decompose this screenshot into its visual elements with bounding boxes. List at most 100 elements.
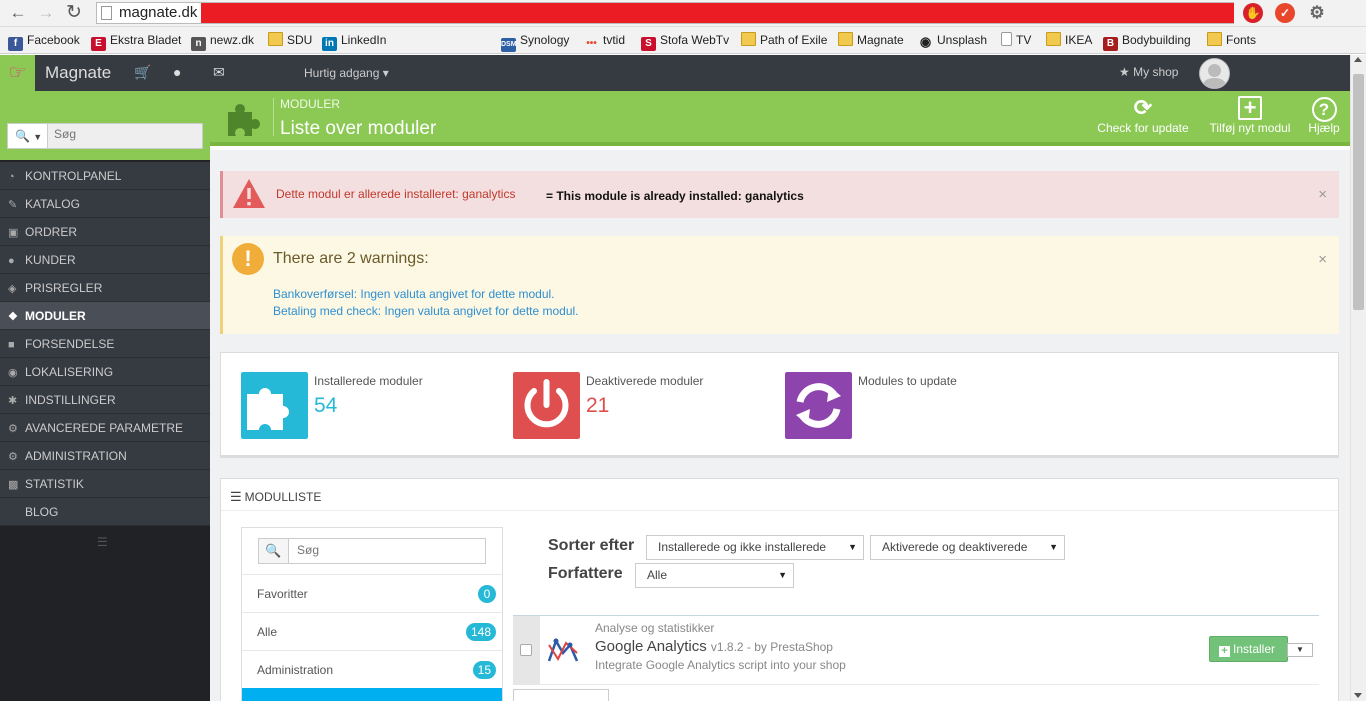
sidebar-item-kunder[interactable]: ● KUNDER	[0, 246, 210, 274]
app-header: ☞ Magnate 🛒 ● ✉ Hurtig adgang ▾ ★ My sho…	[0, 55, 1350, 91]
sidebar-search: 🔍 ▼	[7, 123, 203, 149]
sidebar-search-input[interactable]	[54, 127, 194, 141]
adblock-extension-icon[interactable]: ✋	[1243, 3, 1263, 23]
warning-link-check-payment[interactable]: Betaling med check: Ingen valuta angivet…	[273, 304, 579, 318]
back-arrow-icon[interactable]: ←	[8, 3, 28, 23]
module-name: Google Analytics v1.8.2 - by PrestaShop	[595, 638, 833, 655]
scroll-up-arrow-icon[interactable]	[1354, 57, 1362, 62]
quick-access-dropdown[interactable]: Hurtig adgang ▾	[304, 66, 389, 80]
category-item-selected[interactable]	[242, 688, 502, 701]
bookmark-stofa[interactable]: S Stofa WebTv	[641, 32, 729, 51]
scroll-thumb[interactable]	[1353, 74, 1364, 310]
bookmark-tvtid[interactable]: ••• tvtid	[584, 32, 625, 50]
bookmark-synology[interactable]: DSM Synology	[501, 32, 569, 52]
sidebar-item-kontrolpanel[interactable]: ◔ KONTROLPANEL	[0, 162, 210, 190]
add-module-button[interactable]: + Tilføj nyt modul	[1205, 95, 1295, 139]
sidebar-item-indstillinger[interactable]: ✱ INDSTILLINGER	[0, 386, 210, 414]
user-icon[interactable]: ●	[173, 64, 181, 80]
avatar[interactable]	[1199, 58, 1230, 89]
module-list-panel: ☰MODULLISTE 🔍 Favoritter 0 Alle 148 Admi…	[220, 478, 1339, 701]
sidebar-item-katalog[interactable]: ✎ KATALOG	[0, 190, 210, 218]
search-icon[interactable]: 🔍	[259, 539, 289, 563]
bookmark-fonts[interactable]: Fonts	[1207, 32, 1256, 50]
breadcrumb[interactable]: MODULER	[280, 97, 340, 111]
bookmark-linkedin[interactable]: in LinkedIn	[322, 32, 386, 51]
disabled-modules-count: 21	[586, 394, 610, 417]
page-title: Liste over moduler	[280, 118, 437, 139]
sidebar-item-lokalisering[interactable]: ◉ LOKALISERING	[0, 358, 210, 386]
author-select[interactable]: Alle ▼	[635, 563, 794, 588]
bookmark-ekstra-bladet[interactable]: E Ekstra Bladet	[91, 32, 181, 51]
sidebar-item-ordrer[interactable]: ▣ ORDRER	[0, 218, 210, 246]
install-options-dropdown[interactable]: ▼	[1287, 643, 1313, 657]
count-badge: 0	[478, 585, 496, 603]
bookmark-magnate[interactable]: Magnate	[838, 32, 904, 50]
search-type-button[interactable]: 🔍 ▼	[8, 124, 48, 148]
category-item-favoritter[interactable]: Favoritter 0	[242, 574, 502, 612]
check-update-button[interactable]: ⟳ Check for update	[1095, 95, 1191, 139]
sort-select[interactable]: Installerede og ikke installerede ▼	[646, 535, 864, 560]
count-badge: 148	[465, 623, 496, 641]
bookmark-sdu[interactable]: SDU	[268, 32, 312, 50]
facebook-icon: f	[8, 37, 23, 51]
module-description: Integrate Google Analytics script into y…	[595, 658, 846, 672]
sidebar: 🔍 ▼ ◔KONTROLPANEL ✎KATALOG ▣ORDRER ●KUND…	[0, 91, 210, 701]
sidebar-item-administration[interactable]: ⚙ ADMINISTRATION	[0, 442, 210, 470]
divider	[221, 510, 1338, 511]
category-item-alle[interactable]: Alle 148	[242, 612, 502, 650]
users-icon: ●	[8, 255, 15, 267]
puzzle-icon	[228, 104, 260, 136]
install-button[interactable]: + Installer	[1209, 636, 1288, 662]
folder-icon	[1207, 32, 1222, 46]
browser-toolbar: ← → ↻ magnate.dk ✋ ✓ ⚙	[0, 0, 1366, 27]
page-scrollbar[interactable]	[1350, 55, 1366, 701]
bookmark-ikea[interactable]: IKEA	[1046, 32, 1092, 50]
sidebar-item-prisregler[interactable]: ◈ PRISREGLER	[0, 274, 210, 302]
sidebar-item-avancerede-parametre[interactable]: ⚙ AVANCEREDE PARAMETRE	[0, 414, 210, 442]
close-icon[interactable]: ×	[1318, 251, 1327, 268]
star-icon: ★	[1119, 65, 1130, 79]
caret-down-icon: ▼	[1049, 542, 1058, 552]
synology-icon: DSM	[501, 38, 517, 52]
status-select[interactable]: Aktiverede og deaktiverede ▼	[870, 535, 1065, 560]
my-shop-link[interactable]: ★ My shop	[1119, 65, 1178, 79]
reload-icon[interactable]: ↻	[64, 3, 84, 23]
sidebar-item-statistik[interactable]: ▩ STATISTIK	[0, 470, 210, 498]
warning-alert: ! There are 2 warnings: Bankoverførsel: …	[220, 236, 1339, 334]
bookmark-path-of-exile[interactable]: Path of Exile	[741, 32, 827, 50]
sidebar-item-moduler[interactable]: ❖ MODULER	[0, 302, 210, 330]
google-analytics-logo	[547, 638, 579, 662]
folder-icon	[741, 32, 756, 46]
module-list-heading: ☰ MODULLISTE	[230, 489, 322, 504]
refresh-icon	[785, 372, 852, 439]
envelope-icon[interactable]: ✉	[213, 64, 225, 81]
settings-menu-icon[interactable]: ⚙	[1307, 3, 1327, 23]
hand-cursor-icon[interactable]: ☞	[0, 55, 35, 91]
bookmark-facebook[interactable]: f Facebook	[8, 32, 80, 51]
folder-icon	[838, 32, 853, 46]
cart-icon[interactable]: 🛒	[134, 64, 151, 81]
shop-brand[interactable]: Magnate	[45, 63, 111, 83]
close-icon[interactable]: ×	[1318, 186, 1327, 203]
warning-link-bank-transfer[interactable]: Bankoverførsel: Ingen valuta angivet for…	[273, 287, 555, 301]
help-button[interactable]: ? Hjælp	[1306, 95, 1342, 139]
scroll-down-arrow-icon[interactable]	[1354, 693, 1362, 698]
sidebar-collapse-handle[interactable]: ☰	[97, 535, 108, 549]
bookmark-newz[interactable]: n newz.dk	[191, 32, 254, 51]
module-checkbox[interactable]	[520, 644, 532, 656]
truck-icon: ■	[8, 339, 15, 351]
sidebar-item-blog[interactable]: BLOG	[0, 498, 210, 526]
sidebar-item-forsendelse[interactable]: ■ FORSENDELSE	[0, 330, 210, 358]
bookmark-tv[interactable]: TV	[1001, 32, 1031, 50]
module-select-area	[513, 616, 540, 685]
question-circle-icon: ?	[1306, 95, 1342, 122]
lastpass-extension-icon[interactable]: ✓	[1275, 3, 1295, 23]
category-search-input[interactable]	[297, 543, 477, 557]
category-item-administration[interactable]: Administration 15	[242, 650, 502, 688]
address-bar[interactable]: magnate.dk	[96, 2, 1234, 24]
bookmark-bodybuilding[interactable]: B Bodybuilding	[1103, 32, 1191, 51]
bookmark-unsplash[interactable]: ◉ Unsplash	[918, 32, 987, 50]
sidebar-menu: ◔ KONTROLPANEL ✎ KATALOG ▣ ORDRER ● KUNDER ◈…	[0, 162, 210, 526]
error-translation: = This module is already installed: gana…	[546, 189, 804, 203]
forward-arrow-icon[interactable]: →	[36, 3, 56, 23]
